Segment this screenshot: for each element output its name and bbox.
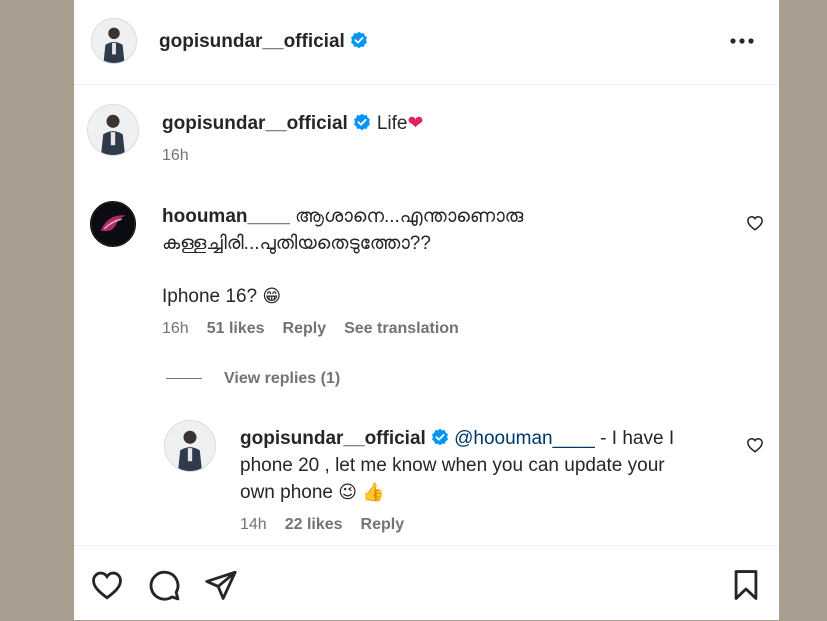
- comment-avatar[interactable]: [90, 201, 136, 247]
- wink-thumbsup-emojis: 😉 👍: [338, 482, 385, 502]
- comment-reply-button[interactable]: Reply: [283, 320, 327, 337]
- comment-like-heart-icon[interactable]: [746, 214, 764, 232]
- more-options-icon[interactable]: [729, 34, 755, 48]
- reply-line-1: gopisundar__official @hoouman____ - I ha…: [240, 425, 720, 452]
- person-icon: [88, 105, 138, 155]
- caption-username[interactable]: gopisundar__official: [162, 113, 348, 134]
- reply-likes[interactable]: 22 likes: [285, 516, 343, 533]
- verified-badge-icon: [431, 428, 449, 446]
- person-icon: [165, 421, 215, 471]
- view-replies-label: View replies (1): [224, 370, 341, 387]
- bookmark-icon[interactable]: [729, 568, 763, 602]
- heart-icon[interactable]: [90, 568, 124, 602]
- caption-line: gopisundar__official Life❤: [162, 112, 423, 135]
- reply-avatar[interactable]: [164, 420, 216, 472]
- reply-mention-link[interactable]: @hoouman____: [454, 428, 595, 449]
- bird-logo-icon: [91, 202, 135, 246]
- comment-icon[interactable]: [147, 568, 181, 602]
- reply-line-2: phone 20 , let me know when you can upda…: [240, 455, 665, 476]
- reply-username[interactable]: gopisundar__official: [240, 428, 426, 449]
- divider-line: [166, 378, 202, 380]
- share-icon[interactable]: [204, 568, 238, 602]
- comment-likes[interactable]: 51 likes: [207, 320, 265, 337]
- reply-reply-button[interactable]: Reply: [361, 516, 405, 533]
- comment-line-2: കള്ളച്ചിരി...പുതിയതെടുത്തോ??: [162, 233, 431, 254]
- verified-badge-icon: [353, 113, 371, 131]
- post-panel: gopisundar__official gopisundar__officia…: [74, 0, 779, 620]
- comment-text-3: Iphone 16?: [162, 286, 258, 307]
- header-avatar[interactable]: [91, 18, 137, 64]
- view-replies-button[interactable]: View replies (1): [166, 370, 340, 388]
- comment-text-1: ആശാനെ...എന്താണൊരു: [295, 206, 524, 227]
- header-username[interactable]: gopisundar__official: [159, 31, 368, 53]
- reply-like-heart-icon[interactable]: [746, 436, 764, 454]
- post-header: gopisundar__official: [74, 0, 779, 85]
- comment-body: hoouman____ ആശാനെ...എന്താണൊരു കള്ളച്ചിരി…: [162, 203, 722, 310]
- caption-text: Life: [376, 113, 408, 134]
- verified-badge-icon: [350, 31, 368, 49]
- caption-time: 16h: [162, 147, 207, 165]
- person-icon: [92, 19, 136, 63]
- caption-avatar[interactable]: [87, 104, 139, 156]
- comment-meta: 16h 51 likes Reply See translation: [162, 320, 477, 338]
- reply-timestamp: 14h: [240, 516, 267, 533]
- grin-emoji: 😁: [262, 286, 282, 306]
- comment-line-1: hoouman____ ആശാനെ...എന്താണൊരു: [162, 203, 722, 230]
- comment-timestamp: 16h: [162, 320, 189, 337]
- comment-line-3: Iphone 16? 😁: [162, 283, 722, 310]
- reply-body: gopisundar__official @hoouman____ - I ha…: [240, 425, 720, 506]
- reply-text-1: - I have I: [594, 428, 675, 449]
- caption-timestamp: 16h: [162, 147, 189, 164]
- see-translation-button[interactable]: See translation: [344, 320, 459, 337]
- reply-meta: 14h 22 likes Reply: [240, 516, 422, 534]
- comment-username[interactable]: hoouman____: [162, 206, 290, 227]
- reply-line-3: own phone 😉 👍: [240, 479, 720, 506]
- heart-emoji: ❤: [407, 113, 424, 134]
- reply-text-3: own phone: [240, 482, 333, 503]
- action-bar: [74, 545, 779, 621]
